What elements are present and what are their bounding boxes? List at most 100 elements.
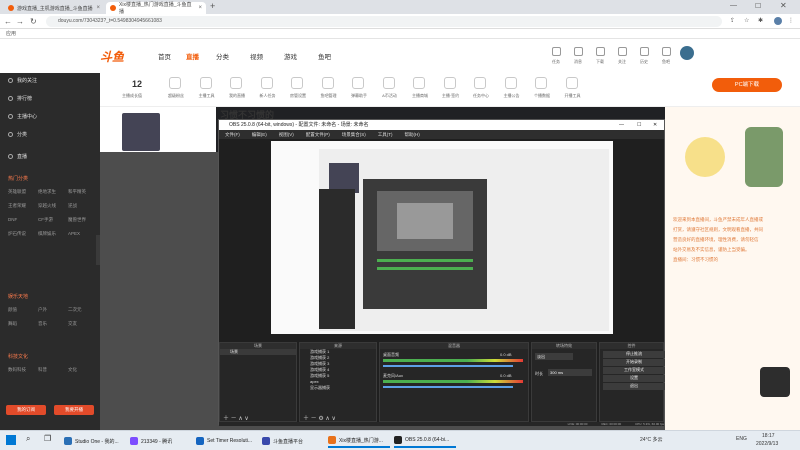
apps-bookmark[interactable]: 应用 [6,31,16,37]
obs-menu-item[interactable]: 帮助(H) [405,130,420,139]
yuba-icon[interactable] [662,47,671,56]
settings-button[interactable]: 设置 [603,375,665,382]
obs-menu-item[interactable]: 配置文件(P) [306,130,330,139]
obs-menu-item[interactable]: 编辑(E) [252,130,267,139]
tool-icon[interactable] [443,77,456,89]
reload-icon[interactable]: ↻ [30,16,37,27]
taskbar-app[interactable]: Xix楼直播_热门游... [328,434,390,448]
sidebar-item-follow[interactable]: 我的关注 [8,77,37,84]
tool-icon[interactable] [230,77,242,89]
category-link[interactable]: 逆战 [68,203,77,209]
category-link[interactable]: 音乐 [38,321,47,327]
obs-menu-item[interactable]: 工具(T) [378,130,393,139]
sidebar-item-category[interactable]: 分类 [8,131,27,138]
search-icon[interactable]: ⌕ [26,434,30,444]
duration-input[interactable]: 300 ms [548,369,592,376]
sidebar-item-live[interactable]: 直播 [8,153,27,160]
tool-icon[interactable] [474,77,486,89]
gift-icon[interactable] [760,367,790,397]
close-icon[interactable]: ✕ [653,120,657,130]
streamer-avatar[interactable] [122,113,160,151]
nav-video[interactable]: 视频 [250,51,263,61]
category-link[interactable]: 英雄联盟 [8,189,26,195]
obs-menu-item[interactable]: 场景集合(S) [342,130,366,139]
start-recording-button[interactable]: 开始录制 [603,359,665,366]
category-link[interactable]: 数码科技 [8,367,26,373]
category-link[interactable]: 棋牌娱乐 [38,231,56,237]
tab-game-live[interactable]: 游戏直播_主机游戏直播_斗鱼直播 × [4,2,104,14]
source-item[interactable]: 显示器捕获 [300,385,376,391]
tool-icon[interactable] [413,77,425,89]
follow-icon[interactable] [618,47,627,56]
nav-yuba[interactable]: 鱼吧 [318,51,331,61]
star-icon[interactable]: ☆ [744,16,749,27]
category-link[interactable]: 户外 [38,307,47,313]
address-bar[interactable]: douyu.com/7304323?_t=0.5498304945661083 [46,16,722,27]
category-link[interactable]: 颜值 [8,307,17,313]
user-avatar[interactable] [680,46,694,60]
stop-streaming-button[interactable]: 停止推流 [603,351,665,358]
maximize-icon[interactable]: ☐ [637,120,641,130]
language[interactable]: ENG [736,436,747,442]
minimize-icon[interactable]: — [619,120,624,130]
obs-menu-item[interactable]: 文件(F) [225,130,240,139]
tool-icon[interactable] [199,77,212,89]
scene-item[interactable]: 场景 [220,349,296,355]
tool-icon[interactable] [321,77,334,89]
category-link[interactable]: 二次元 [68,307,82,313]
close-icon[interactable]: × [198,5,202,11]
category-link[interactable]: 交友 [68,321,77,327]
volume-slider[interactable] [383,386,513,388]
obs-preview[interactable] [271,141,613,334]
obs-menu-item[interactable]: 视图(V) [279,130,294,139]
maximize-icon[interactable]: ☐ [755,2,761,10]
tool-icon[interactable] [291,77,303,89]
tool-icon[interactable] [535,77,547,89]
category-link[interactable]: 魔兽世界 [68,217,86,223]
close-window-icon[interactable]: ✕ [780,1,787,10]
close-icon[interactable]: × [96,5,100,11]
category-link[interactable]: CF手游 [38,217,53,223]
transition-select[interactable]: 淡出 [535,353,573,360]
start-icon[interactable] [6,435,16,445]
exit-button[interactable]: 退出 [603,383,665,390]
volume-slider[interactable] [383,365,513,367]
event-badge-image[interactable] [745,127,783,187]
clock-time[interactable]: 18:17 [762,433,775,439]
download-icon[interactable] [596,47,605,56]
share-icon[interactable]: ⇪ [730,16,735,27]
message-icon[interactable] [574,47,583,56]
taskbar-app[interactable]: 斗鱼直播平台 [262,434,324,448]
category-link[interactable]: 舞蹈 [8,321,17,327]
category-link[interactable]: 王者荣耀 [8,203,26,209]
studio-mode-button[interactable]: 工作室模式 [603,367,665,374]
start-live-button[interactable]: 我要开播 [54,405,94,415]
sidebar-item-rank[interactable]: 排行榜 [8,95,32,102]
new-tab-button[interactable]: + [210,1,215,11]
category-link[interactable]: 和平精英 [68,189,86,195]
task-icon[interactable] [552,47,561,56]
pc-download-button[interactable]: PC端下载 [712,78,782,92]
category-link[interactable]: 炉石传说 [8,231,26,237]
tool-icon[interactable] [260,77,273,89]
source-controls[interactable]: ＋ － ⚙ ∧ ∨ [303,413,336,422]
douyu-logo[interactable]: 斗鱼 [100,48,124,65]
nav-category[interactable]: 分类 [216,51,229,61]
menu-icon[interactable]: ⋮ [788,16,794,27]
subscribe-button[interactable]: 我的订阅 [6,405,46,415]
category-link[interactable]: 绝地求生 [38,189,56,195]
taskbar-app[interactable]: 213349 - 腾讯 [130,434,192,448]
category-link[interactable]: 穿越火线 [38,203,56,209]
forward-icon[interactable]: → [16,16,24,27]
history-icon[interactable] [640,47,649,56]
taskbar-app[interactable]: Studio One - 我的... [64,434,126,448]
tool-icon[interactable] [169,77,181,89]
tool-icon[interactable] [504,77,517,89]
taskbar-app[interactable]: Set Timer Resoluti... [196,434,258,448]
taskbar-app[interactable]: OBS 25.0.8 (64-bi... [394,434,456,448]
scene-controls[interactable]: ＋ － ∧ ∨ [223,413,249,422]
sidebar-item-center[interactable]: 主播中心 [8,113,37,120]
back-icon[interactable]: ← [4,16,12,27]
category-link[interactable]: APEX [68,231,80,236]
weather[interactable]: 24°C 多云 [640,436,663,443]
